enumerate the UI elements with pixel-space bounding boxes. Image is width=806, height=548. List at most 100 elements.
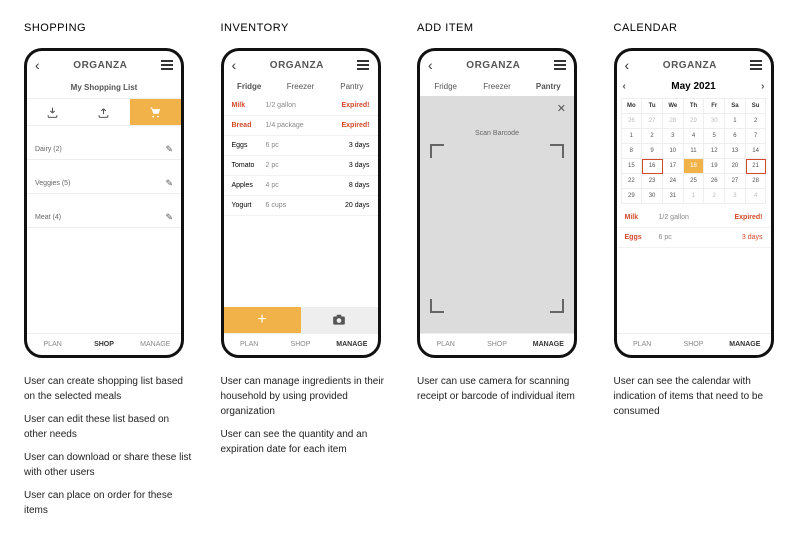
nav-plan[interactable]: PLAN	[617, 334, 668, 355]
back-icon[interactable]: ‹	[428, 57, 433, 73]
cal-day[interactable]: 30	[642, 189, 663, 204]
scan-corner-icon	[430, 144, 444, 158]
nav-manage[interactable]: MANAGE	[719, 334, 770, 355]
cal-day[interactable]: 12	[704, 144, 725, 159]
nav-manage[interactable]: MANAGE	[326, 334, 377, 355]
category-row[interactable]: Meat (4)✎	[27, 208, 181, 228]
edit-icon[interactable]: ✎	[165, 144, 173, 155]
phone-mock-calendar: ‹ ORGANZA ‹ May 2021 › MoTuWeThFrSaSu262…	[614, 48, 774, 358]
cal-day[interactable]: 21	[746, 159, 767, 174]
app-title: ORGANZA	[466, 60, 520, 71]
cal-day[interactable]: 19	[704, 159, 725, 174]
cal-day[interactable]: 7	[746, 129, 767, 144]
cal-day[interactable]: 10	[663, 144, 684, 159]
cal-day[interactable]: 16	[642, 159, 663, 174]
inventory-row[interactable]: Apples4 pc8 days	[224, 176, 378, 196]
cal-day[interactable]: 13	[725, 144, 746, 159]
cal-day[interactable]: 28	[663, 114, 684, 129]
tab-freezer[interactable]: Freezer	[471, 77, 522, 96]
cal-day[interactable]: 18	[684, 159, 705, 174]
inventory-row[interactable]: Bread1/4 packageExpired!	[224, 116, 378, 136]
phone-mock-inventory: ‹ ORGANZA Fridge Freezer Pantry Milk1/2 …	[221, 48, 381, 358]
cal-day[interactable]: 15	[622, 159, 643, 174]
nav-shop[interactable]: SHOP	[471, 334, 522, 355]
nav-plan[interactable]: PLAN	[420, 334, 471, 355]
cal-next-icon[interactable]: ›	[761, 81, 764, 92]
edit-icon[interactable]: ✎	[165, 212, 173, 223]
back-icon[interactable]: ‹	[35, 57, 40, 73]
menu-icon[interactable]	[554, 60, 566, 70]
tab-fridge[interactable]: Fridge	[224, 77, 275, 96]
inventory-row[interactable]: Milk1/2 gallonExpired!	[224, 96, 378, 116]
cal-day[interactable]: 31	[663, 189, 684, 204]
cal-day[interactable]: 4	[746, 189, 767, 204]
cal-day[interactable]: 8	[622, 144, 643, 159]
cal-dow: Th	[684, 99, 705, 114]
nav-shop[interactable]: SHOP	[668, 334, 719, 355]
menu-icon[interactable]	[750, 60, 762, 70]
calendar-item-row[interactable]: Milk1/2 gallonExpired!	[617, 208, 771, 228]
nav-manage[interactable]: MANAGE	[130, 334, 181, 355]
cal-day[interactable]: 24	[663, 174, 684, 189]
edit-icon[interactable]: ✎	[165, 178, 173, 189]
cal-day[interactable]: 25	[684, 174, 705, 189]
cal-day[interactable]: 1	[622, 129, 643, 144]
menu-icon[interactable]	[357, 60, 369, 70]
tab-freezer[interactable]: Freezer	[275, 77, 326, 96]
back-icon[interactable]: ‹	[625, 57, 630, 73]
cal-day[interactable]: 17	[663, 159, 684, 174]
nav-shop[interactable]: SHOP	[275, 334, 326, 355]
cal-day[interactable]: 26	[622, 114, 643, 129]
menu-icon[interactable]	[161, 60, 173, 70]
cal-day[interactable]: 28	[746, 174, 767, 189]
tab-fridge[interactable]: Fridge	[420, 77, 471, 96]
cal-day[interactable]: 5	[704, 129, 725, 144]
nav-manage[interactable]: MANAGE	[523, 334, 574, 355]
category-row[interactable]: Veggies (5)✎	[27, 174, 181, 194]
cal-day[interactable]: 6	[725, 129, 746, 144]
cal-day[interactable]: 2	[704, 189, 725, 204]
cal-dow: Tu	[642, 99, 663, 114]
cal-day[interactable]: 14	[746, 144, 767, 159]
cal-day[interactable]: 3	[663, 129, 684, 144]
inventory-row[interactable]: Eggs6 pc3 days	[224, 136, 378, 156]
nav-plan[interactable]: PLAN	[27, 334, 78, 355]
cal-day[interactable]: 29	[622, 189, 643, 204]
inventory-row[interactable]: Tomato2 pc3 days	[224, 156, 378, 176]
phone-mock-additem: ‹ ORGANZA Fridge Freezer Pantry ✕ Scan B…	[417, 48, 577, 358]
cal-day[interactable]: 9	[642, 144, 663, 159]
cal-prev-icon[interactable]: ‹	[623, 81, 626, 92]
cal-day[interactable]: 26	[704, 174, 725, 189]
inventory-row[interactable]: Yogurt6 cups20 days	[224, 196, 378, 216]
scan-area[interactable]: ✕ Scan Barcode	[420, 96, 574, 333]
cal-day[interactable]: 2	[746, 114, 767, 129]
cal-day[interactable]: 27	[725, 174, 746, 189]
cal-day[interactable]: 22	[622, 174, 643, 189]
tab-pantry[interactable]: Pantry	[326, 77, 377, 96]
download-button[interactable]	[27, 99, 78, 125]
category-row[interactable]: Dairy (2)✎	[27, 140, 181, 160]
nav-plan[interactable]: PLAN	[224, 334, 275, 355]
nav-shop[interactable]: SHOP	[78, 334, 129, 355]
cal-day[interactable]: 27	[642, 114, 663, 129]
scan-corner-icon	[430, 299, 444, 313]
calendar-item-row[interactable]: Eggs6 pc3 days	[617, 228, 771, 248]
cal-day[interactable]: 20	[725, 159, 746, 174]
cal-day[interactable]: 30	[704, 114, 725, 129]
cal-day[interactable]: 1	[725, 114, 746, 129]
tab-pantry[interactable]: Pantry	[523, 77, 574, 96]
cal-day[interactable]: 3	[725, 189, 746, 204]
add-item-button[interactable]: +	[224, 307, 301, 333]
cal-day[interactable]: 2	[642, 129, 663, 144]
cal-day[interactable]: 11	[684, 144, 705, 159]
cart-button[interactable]	[130, 99, 181, 125]
camera-button[interactable]	[301, 307, 378, 333]
cal-day[interactable]: 4	[684, 129, 705, 144]
cal-day[interactable]: 29	[684, 114, 705, 129]
back-icon[interactable]: ‹	[232, 57, 237, 73]
cal-day[interactable]: 1	[684, 189, 705, 204]
cal-day[interactable]: 23	[642, 174, 663, 189]
close-icon[interactable]: ✕	[557, 102, 566, 115]
share-button[interactable]	[78, 99, 129, 125]
section-heading-calendar: CALENDAR	[614, 22, 783, 34]
